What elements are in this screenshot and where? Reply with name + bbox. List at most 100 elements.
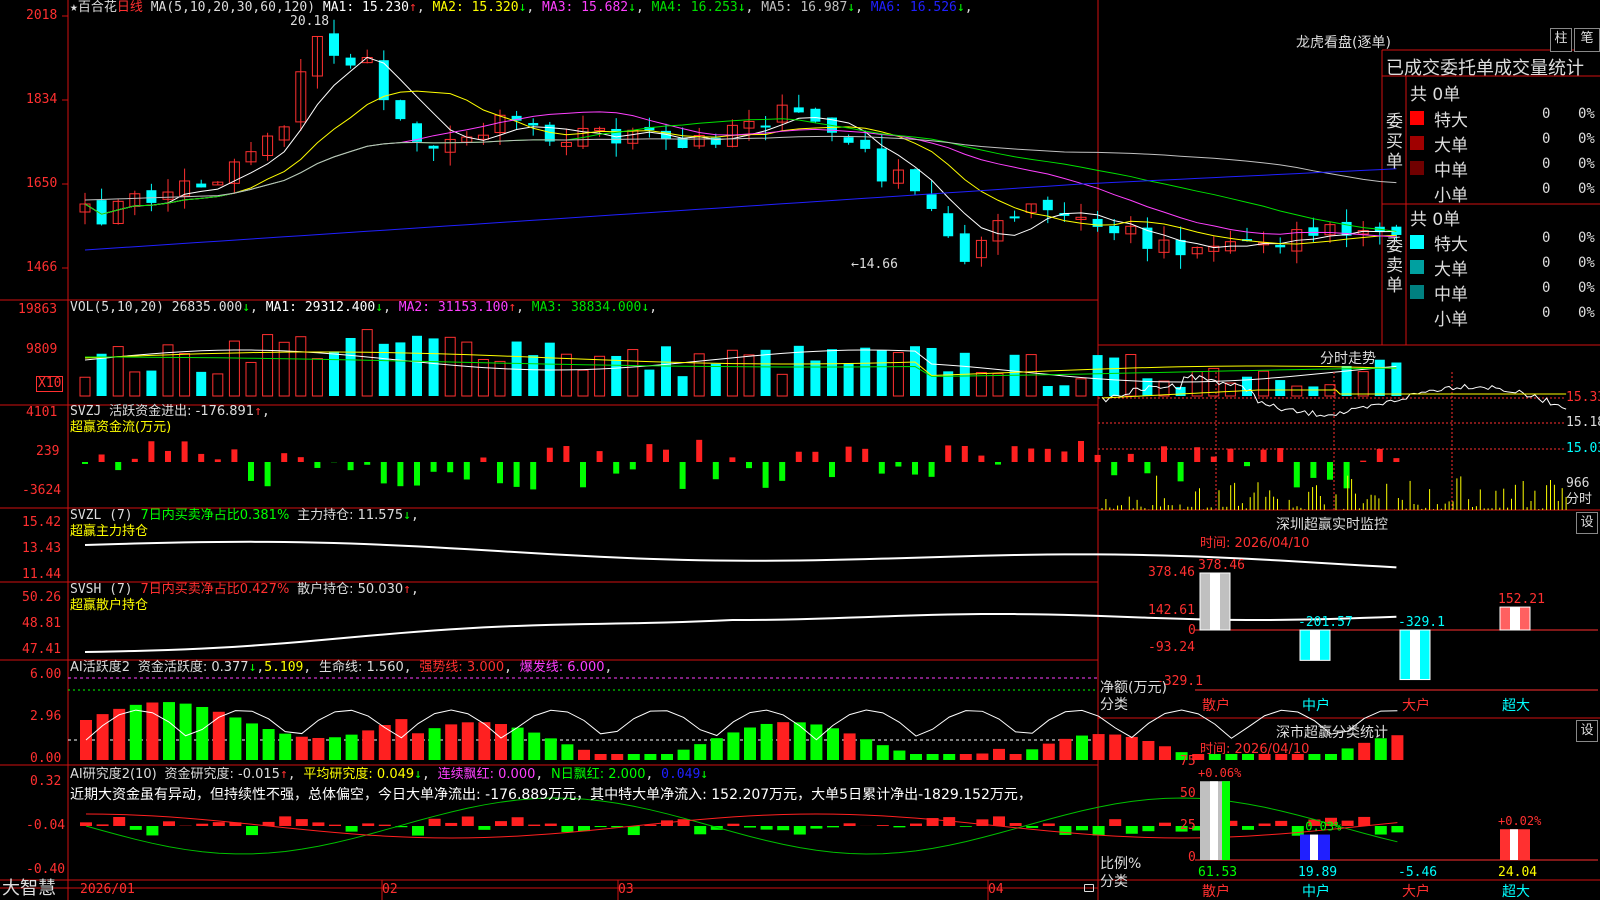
ai-research-axis-label: -0.04 [26,818,66,833]
flow-bar [729,457,736,462]
ma-values: MA1: 15.230↑, MA2: 15.320↓, MA3: 15.682↓… [322,0,973,15]
research-bar [212,822,225,826]
candle [1175,239,1186,256]
flow-bar [430,462,437,472]
favorite-star-icon[interactable]: ★ [70,0,78,15]
flow-bar [264,462,271,487]
volume-bar [992,373,1004,397]
period-label[interactable]: 日线 [117,0,143,15]
row-count: 0 [1542,305,1551,321]
flow-bar [546,447,553,462]
flow-bar [1260,449,1267,462]
volume-bar [146,370,157,396]
sell-orders-label: 委卖单 [1386,236,1403,296]
activity-bar [395,719,408,760]
research-bar [827,826,839,828]
tick-view-button[interactable]: 笔 [1574,28,1600,52]
stats-change-label: +0.02% [1498,814,1542,828]
flow-bar [596,451,603,462]
monitor-bar-highlight [1210,573,1220,630]
candle [395,100,406,120]
stock-name[interactable]: 百合花 [78,0,117,15]
activity-bar [163,702,175,760]
volume-bar [661,346,671,396]
row-count: 0 [1542,230,1551,246]
flow-bar [995,462,1001,465]
research-bar [1026,826,1039,828]
ma-line-3 [84,111,1397,238]
flow-bar [1227,448,1234,462]
order-stats-title: 已成交委托单成交量统计 [1386,58,1584,79]
stats-value-label: 61.53 [1198,865,1237,880]
flow-bar [165,450,171,462]
volume-bar [228,340,240,397]
research-bar [1092,826,1105,836]
svzl-subtitle: 超赢主力持仓 [70,524,149,539]
stats-category-label: 散户 [1202,883,1230,900]
ai-activity-axis-label: 2.96 [30,709,62,724]
flow-bar [1293,462,1300,488]
monitor-axis-label: 378.46 [1148,565,1195,580]
stats-settings-button[interactable]: 设 [1576,720,1598,742]
volume-bar [644,369,655,396]
app-logo[interactable]: 大智慧 [2,878,56,900]
row-name: 小单 [1434,310,1468,330]
lock-icon[interactable] [1084,884,1094,892]
flow-bar [878,462,885,474]
flow-bar [1061,451,1068,462]
volume-bar [262,334,274,397]
intraday-title: 分时走势 [1320,351,1376,367]
candle [428,145,439,149]
intraday-axis-label: 15.03 [1566,441,1600,456]
volume-bar [1291,385,1303,397]
candle [1092,218,1103,227]
stats-change-label: -0.03% [1298,820,1342,834]
flow-bar [198,453,205,462]
research-bar [777,826,790,831]
activity-bar [295,736,308,760]
lhb-title: 龙虎看盘(逐单) [1296,35,1391,51]
ai-activity-value: 资金活跃度: 0.377 [137,660,249,675]
candle [1109,225,1120,234]
monitor-axis-label: 0 [1188,623,1196,638]
flow-bar [347,462,354,471]
research-bar [96,824,109,826]
flow-bar [945,445,952,462]
stats-bar-highlight [1222,781,1230,860]
monitor-value-label: -329.1 [1398,615,1445,630]
svzl-title: SVZL (7) [70,508,133,523]
volume-bar [212,373,224,397]
main-chart-canvas[interactable]: 378.46 散户 -201.57 中户 -329.1 大户 152.21 超大 61.53 +0… [0,0,1600,900]
ai-activity-axis-label: 0.00 [30,751,62,766]
monitor-settings-button[interactable]: 设 [1576,512,1598,534]
research-bar [345,826,358,832]
sell-total: 共 0单 [1410,210,1461,230]
buy-row: 小单 0 0% [1410,181,1598,206]
flow-bar [895,462,902,467]
price-axis-label: 1466 [26,260,58,275]
monitor-category-label: 大户 [1402,697,1430,714]
volume-bar [594,355,606,397]
activity-bar [312,737,325,760]
monitor-category-label: 散户 [1202,697,1230,714]
stats-category-label: 分类 [1100,874,1128,890]
flow-bar [115,462,122,471]
research-bar [1391,826,1404,833]
vol-unit-badge[interactable]: X10 [36,376,64,392]
vol-ma-arrow-icon: ↓ [375,300,384,315]
buy-row: 特大 0 0% [1410,106,1598,131]
activity-bar [428,728,441,760]
volume-bar [611,355,622,396]
color-swatch [1410,285,1424,299]
flow-bar [447,462,454,473]
flow-bar [1028,448,1035,462]
activity-bar [694,744,707,760]
ma-line-5 [84,135,1397,201]
research-bar [1142,826,1155,832]
bar-view-button[interactable]: 柱 [1550,28,1572,52]
vol-axis-label: 19863 [18,302,58,317]
row-count: 0 [1542,131,1551,147]
volume-bar [311,358,323,397]
date-axis-label: 03 [618,882,634,897]
svsh-axis-label: 47.41 [22,642,62,657]
